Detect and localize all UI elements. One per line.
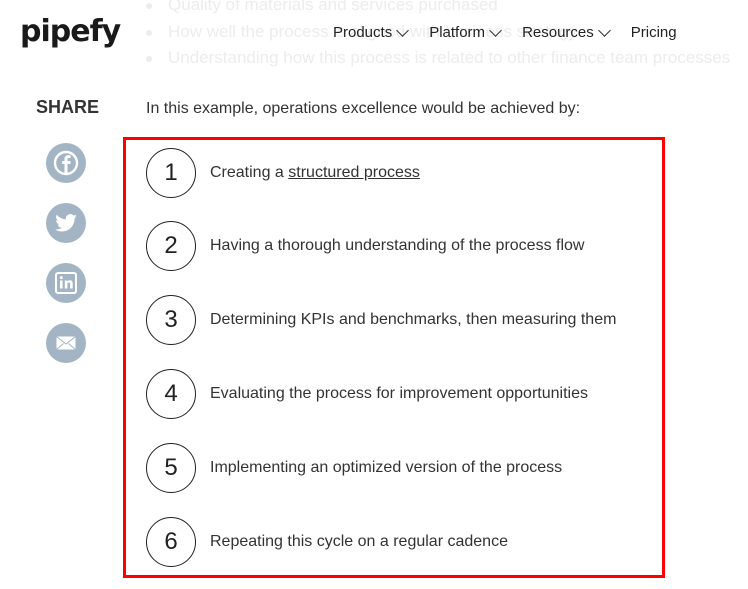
nav-pricing[interactable]: Pricing — [631, 24, 677, 41]
step-text: Evaluating the process for improvement o… — [210, 385, 588, 402]
step-number: 6 — [146, 517, 196, 567]
list-item: Quality of materials and services purcha… — [146, 0, 730, 19]
nav-label: Products — [333, 24, 393, 41]
step-item: 2 Having a thorough understanding of the… — [146, 221, 584, 271]
step-text: Implementing an optimized version of the… — [210, 459, 563, 476]
step-text: Determining KPIs and benchmarks, then me… — [210, 311, 617, 328]
share-twitter-button[interactable] — [46, 203, 86, 243]
step-item: 1 Creating a structured process — [146, 148, 420, 198]
email-icon — [56, 336, 76, 350]
step-item: 4 Evaluating the process for improvement… — [146, 369, 588, 419]
share-label: SHARE — [36, 97, 100, 117]
nav-resources[interactable]: Resources — [522, 23, 611, 41]
share-email-button[interactable] — [46, 323, 86, 363]
step-number: 5 — [146, 443, 196, 493]
share-linkedin-button[interactable] — [46, 263, 86, 303]
twitter-icon — [55, 214, 77, 232]
step-item: 3 Determining KPIs and benchmarks, then … — [146, 295, 616, 345]
facebook-icon — [53, 150, 79, 176]
step-text-prefix: Creating a — [210, 164, 289, 181]
structured-process-link[interactable]: structured process — [288, 164, 420, 181]
chevron-down-icon — [597, 23, 611, 37]
highlight-box — [123, 137, 665, 578]
intro-text: In this example, operations excellence w… — [146, 100, 581, 117]
step-number: 2 — [146, 221, 196, 271]
step-text: Having a thorough understanding of the p… — [210, 237, 585, 254]
nav-label: Platform — [429, 24, 486, 41]
step-number: 3 — [146, 295, 196, 345]
nav-products[interactable]: Products — [333, 23, 410, 41]
step-item: 5 Implementing an optimized version of t… — [146, 443, 562, 493]
logo[interactable]: pipefy — [20, 14, 121, 49]
main-nav: Products Platform Resources Pricing — [333, 23, 699, 41]
step-item: 6 Repeating this cycle on a regular cade… — [146, 517, 508, 567]
linkedin-icon — [55, 272, 77, 294]
step-number: 4 — [146, 369, 196, 419]
nav-label: Resources — [522, 24, 594, 41]
list-item: Understanding how this process is relate… — [146, 45, 730, 72]
step-number: 1 — [146, 148, 196, 198]
nav-platform[interactable]: Platform — [429, 23, 502, 41]
nav-label: Pricing — [630, 24, 677, 41]
share-facebook-button[interactable] — [46, 143, 86, 183]
chevron-down-icon — [489, 23, 502, 37]
chevron-down-icon — [396, 23, 410, 37]
step-text: Creating a structured process — [210, 164, 420, 182]
step-text: Repeating this cycle on a regular cadenc… — [210, 533, 508, 550]
